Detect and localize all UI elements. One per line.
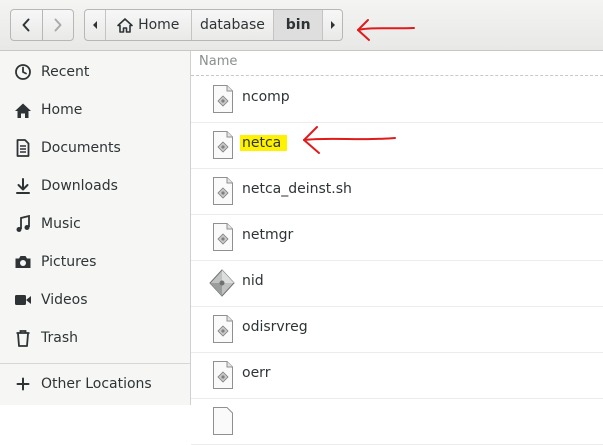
camera-icon <box>13 252 33 272</box>
path-segment-database[interactable]: database <box>190 10 274 40</box>
executable-file-icon <box>211 360 235 390</box>
path-segment-label: bin <box>285 17 311 33</box>
plus-icon <box>13 374 33 394</box>
path-bar: Home database bin <box>84 9 343 41</box>
sidebar-item-label: Trash <box>41 330 78 346</box>
sidebar: Recent Home Documents Downloads Music Pi… <box>0 51 191 405</box>
music-icon <box>13 214 33 234</box>
file-row[interactable]: netca <box>191 122 603 169</box>
sidebar-item-documents[interactable]: Documents <box>0 131 190 165</box>
back-button[interactable] <box>11 10 42 40</box>
file-name: ncomp <box>242 89 290 105</box>
file-name: oerr <box>242 365 271 381</box>
sidebar-item-home[interactable]: Home <box>0 93 190 127</box>
path-segment-home[interactable]: Home <box>104 10 191 40</box>
file-row[interactable]: odisrvreg <box>191 306 603 353</box>
executable-file-icon <box>211 176 235 206</box>
file-list: Name ncomp netca netca_deinst.sh netmgr … <box>191 51 603 445</box>
binary-executable-icon <box>209 268 235 298</box>
download-icon <box>13 176 33 196</box>
file-row[interactable]: netca_deinst.sh <box>191 168 603 215</box>
file-name: netca_deinst.sh <box>242 181 352 197</box>
file-row[interactable] <box>191 398 603 445</box>
sidebar-item-recent[interactable]: Recent <box>0 55 190 89</box>
sidebar-item-label: Documents <box>41 140 121 156</box>
path-segment-bin[interactable]: bin <box>273 10 323 40</box>
executable-file-icon <box>211 406 235 436</box>
file-row[interactable]: nid <box>191 260 603 307</box>
sidebar-item-label: Other Locations <box>41 376 152 392</box>
path-segment-label: database <box>199 17 265 33</box>
chevron-right-icon <box>54 18 62 32</box>
path-scroll-left-button[interactable] <box>85 10 105 40</box>
file-name: nid <box>242 273 264 289</box>
executable-file-icon <box>211 222 235 252</box>
path-segment-label: Home <box>138 17 180 33</box>
file-name: odisrvreg <box>242 319 308 335</box>
sidebar-item-label: Recent <box>41 64 90 80</box>
header-bar: Home database bin <box>0 0 603 51</box>
sidebar-item-other-locations[interactable]: Other Locations <box>0 367 190 401</box>
executable-file-icon <box>211 84 235 114</box>
file-row[interactable]: ncomp <box>191 76 603 123</box>
home-icon <box>13 100 33 120</box>
home-icon <box>117 17 133 33</box>
sidebar-item-label: Downloads <box>41 178 118 194</box>
sidebar-item-trash[interactable]: Trash <box>0 321 190 355</box>
sidebar-item-videos[interactable]: Videos <box>0 283 190 317</box>
annotation-arrow-path <box>357 19 415 41</box>
chevron-left-icon <box>22 18 30 32</box>
triangle-right-icon <box>330 21 335 29</box>
forward-button[interactable] <box>41 10 74 40</box>
column-header-label: Name <box>199 54 238 69</box>
file-name-highlighted: netca <box>240 135 288 151</box>
executable-file-icon <box>211 314 235 344</box>
executable-file-icon <box>211 130 235 160</box>
annotation-arrow-file <box>303 126 396 154</box>
file-name: netmgr <box>242 227 294 243</box>
sidebar-item-label: Home <box>41 102 83 118</box>
file-row[interactable]: netmgr <box>191 214 603 261</box>
triangle-left-icon <box>92 21 97 29</box>
sidebar-item-label: Videos <box>41 292 88 308</box>
sidebar-item-label: Pictures <box>41 254 97 270</box>
sidebar-item-pictures[interactable]: Pictures <box>0 245 190 279</box>
sidebar-item-downloads[interactable]: Downloads <box>0 169 190 203</box>
column-header-name[interactable]: Name <box>191 51 603 76</box>
clock-icon <box>13 62 33 82</box>
trash-icon <box>13 328 33 348</box>
file-row[interactable]: oerr <box>191 352 603 399</box>
sidebar-divider <box>0 363 190 364</box>
sidebar-item-label: Music <box>41 216 81 232</box>
path-scroll-right-button[interactable] <box>322 10 342 40</box>
navigation-buttons <box>10 9 74 41</box>
document-icon <box>13 138 33 158</box>
video-icon <box>13 290 33 310</box>
sidebar-item-music[interactable]: Music <box>0 207 190 241</box>
